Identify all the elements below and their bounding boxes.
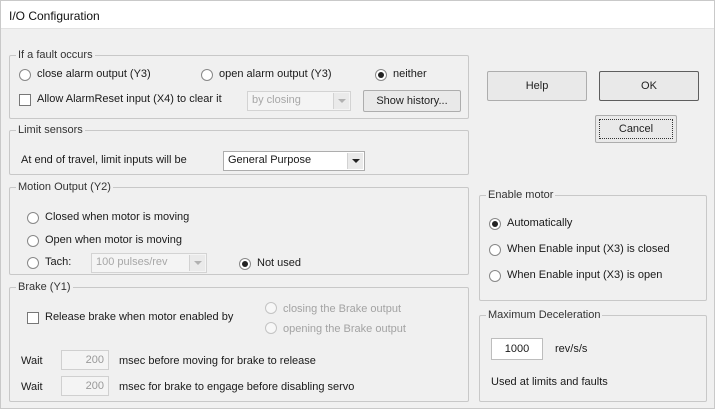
allow-alarm-reset-label: Allow AlarmReset input (X4) to clear it	[37, 93, 222, 105]
fault-group-legend: If a fault occurs	[18, 49, 93, 61]
fault-neither-radio[interactable]	[375, 69, 387, 81]
max-deceleration-legend: Maximum Deceleration	[488, 309, 601, 321]
limit-inputs-value: General Purpose	[228, 154, 312, 166]
max-deceleration-input[interactable]: 1000	[491, 338, 543, 360]
brake-release-wait-value: 200	[85, 354, 104, 366]
ok-button[interactable]: OK	[599, 71, 699, 101]
tach-rate-select[interactable]: 100 pulses/rev	[91, 253, 207, 273]
brake-closing-radio[interactable]	[265, 302, 277, 314]
motion-output-legend: Motion Output (Y2)	[18, 181, 111, 193]
window-title: I/O Configuration	[9, 9, 100, 23]
chevron-down-icon	[189, 255, 205, 271]
brake-wait-label-1: Wait	[21, 355, 43, 367]
brake-engage-wait-suffix: msec for brake to engage before disablin…	[119, 381, 355, 393]
max-deceleration-unit: rev/s/s	[555, 343, 588, 355]
motion-tach-label: Tach:	[45, 256, 72, 268]
allow-alarm-reset-checkbox[interactable]	[19, 94, 31, 106]
brake-opening-label: opening the Brake output	[283, 323, 406, 335]
brake-legend: Brake (Y1)	[18, 281, 71, 293]
show-history-button-label: Show history...	[376, 95, 448, 107]
motion-tach-radio[interactable]	[27, 257, 39, 269]
motion-not-used-label: Not used	[257, 257, 302, 269]
motion-not-used-radio[interactable]	[239, 258, 251, 270]
fault-close-alarm-label: close alarm output (Y3)	[37, 68, 151, 80]
enable-automatically-radio[interactable]	[489, 218, 501, 230]
enable-open-radio[interactable]	[489, 270, 501, 282]
ok-button-label: OK	[641, 80, 657, 92]
motion-open-radio[interactable]	[27, 235, 39, 247]
motion-open-label: Open when motor is moving	[45, 234, 182, 246]
limit-inputs-prompt: At end of travel, limit inputs will be	[21, 154, 187, 166]
limit-sensors-legend: Limit sensors	[18, 124, 83, 136]
tach-rate-value: 100 pulses/rev	[96, 256, 168, 268]
brake-release-wait-suffix: msec before moving for brake to release	[119, 355, 316, 367]
brake-engage-wait-input[interactable]: 200	[61, 376, 109, 396]
enable-closed-label: When Enable input (X3) is closed	[507, 243, 670, 255]
max-deceleration-note: Used at limits and faults	[491, 376, 608, 388]
brake-wait-label-2: Wait	[21, 381, 43, 393]
fault-open-alarm-radio[interactable]	[201, 69, 213, 81]
motion-closed-radio[interactable]	[27, 212, 39, 224]
fault-open-alarm-label: open alarm output (Y3)	[219, 68, 332, 80]
release-brake-label: Release brake when motor enabled by	[45, 311, 234, 323]
limit-inputs-select[interactable]: General Purpose	[223, 151, 365, 171]
alarm-reset-mode-value: by closing	[252, 94, 301, 106]
brake-opening-radio[interactable]	[265, 322, 277, 334]
title-bar[interactable]: I/O Configuration	[1, 1, 714, 29]
fault-neither-label: neither	[393, 68, 427, 80]
fault-close-alarm-radio[interactable]	[19, 69, 31, 81]
help-button-label: Help	[525, 80, 549, 92]
dialog-client: If a fault occurs close alarm output (Y3…	[7, 31, 708, 404]
chevron-down-icon	[333, 93, 349, 109]
show-history-button[interactable]: Show history...	[363, 90, 461, 112]
cancel-button[interactable]: Cancel	[595, 115, 677, 143]
brake-release-wait-input[interactable]: 200	[61, 350, 109, 370]
io-configuration-dialog: I/O Configuration If a fault occurs clos…	[0, 0, 715, 409]
enable-closed-radio[interactable]	[489, 244, 501, 256]
help-button[interactable]: Help	[487, 71, 587, 101]
motion-closed-label: Closed when motor is moving	[45, 211, 190, 223]
release-brake-checkbox[interactable]	[27, 312, 39, 324]
enable-open-label: When Enable input (X3) is open	[507, 269, 663, 281]
enable-motor-legend: Enable motor	[488, 189, 554, 201]
chevron-down-icon	[347, 153, 363, 169]
brake-engage-wait-value: 200	[85, 380, 104, 392]
alarm-reset-mode-select[interactable]: by closing	[247, 91, 351, 111]
brake-closing-label: closing the Brake output	[283, 303, 402, 315]
enable-automatically-label: Automatically	[507, 217, 573, 229]
cancel-button-label: Cancel	[618, 123, 654, 135]
max-deceleration-value: 1000	[504, 343, 530, 355]
